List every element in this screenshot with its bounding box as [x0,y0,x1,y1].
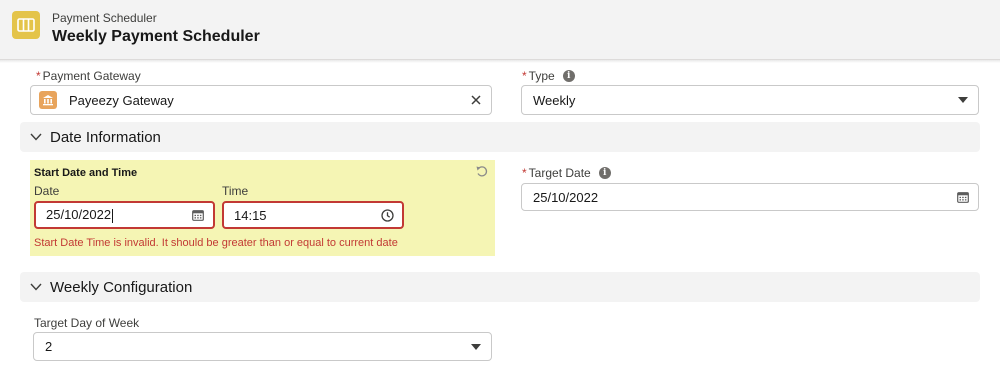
target-date-label: * Target Date i [522,166,611,180]
scheduler-icon [12,11,40,39]
start-date-value-wrap: 25/10/2022 [46,207,183,223]
payment-gateway-lookup[interactable]: Payeezy Gateway [30,85,492,115]
target-date-label-text: Target Date [528,166,591,180]
start-date-input[interactable]: 25/10/2022 [34,201,215,229]
calendar-icon[interactable] [183,203,213,227]
bank-icon [39,91,57,109]
clear-icon[interactable] [461,86,491,114]
target-day-select[interactable]: 2 [33,332,492,361]
required-marker: * [36,69,41,83]
payment-gateway-label-text: Payment Gateway [42,69,141,83]
type-label: * Type i [522,69,575,83]
start-time-input[interactable]: 14:15 [222,201,404,229]
required-marker: * [522,69,527,83]
section-title: Date Information [50,128,161,146]
chevron-down-icon [30,283,42,291]
info-icon[interactable]: i [562,70,575,82]
section-weekly-configuration[interactable]: Weekly Configuration [20,272,980,302]
info-icon[interactable]: i [598,167,611,179]
section-title: Weekly Configuration [50,278,193,296]
record-title: Weekly Payment Scheduler [52,28,260,45]
target-date-value: 25/10/2022 [533,189,599,205]
start-time-value: 14:15 [234,207,267,223]
target-day-value: 2 [45,339,53,354]
object-label: Payment Scheduler [52,11,157,25]
start-date-value: 25/10/2022 [46,207,112,223]
payment-gateway-value: Payeezy Gateway [69,92,174,108]
clock-icon[interactable] [372,203,402,227]
target-day-label: Target Day of Week [34,316,140,330]
required-marker: * [522,166,527,180]
header-shadow [0,60,1000,63]
type-label-text: Type [528,69,555,83]
start-date-time-panel: Start Date and Time Date Time 25/10/2022… [30,160,495,256]
calendar-icon[interactable] [948,184,978,210]
date-label: Date [34,184,60,198]
payment-gateway-label: * Payment Gateway [36,69,141,83]
target-date-input[interactable]: 25/10/2022 [521,183,979,211]
undo-icon[interactable] [475,164,489,183]
dropdown-arrow-icon [948,86,978,114]
text-caret [112,208,114,223]
start-date-time-title: Start Date and Time [34,167,138,179]
section-date-information[interactable]: Date Information [20,122,980,152]
record-header: Payment Scheduler Weekly Payment Schedul… [0,0,1000,60]
start-date-error-message: Start Date Time is invalid. It should be… [34,237,398,249]
chevron-down-icon [30,133,42,141]
type-value: Weekly [533,92,576,108]
dropdown-arrow-icon [461,333,491,360]
time-label: Time [222,184,249,198]
type-select[interactable]: Weekly [521,85,979,115]
